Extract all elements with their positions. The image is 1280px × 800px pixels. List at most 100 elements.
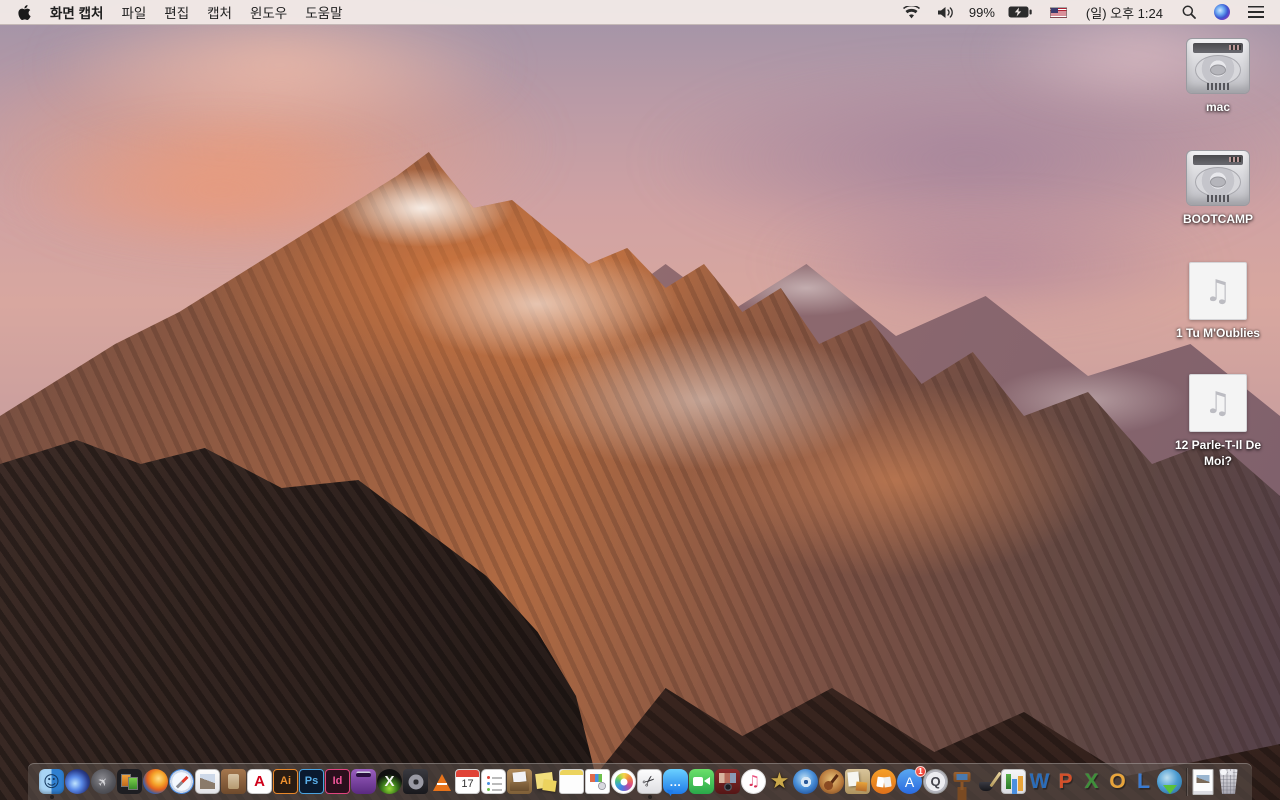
dock-dvdplayer[interactable] xyxy=(793,765,819,799)
menu-bar-status: 99% (일) 오후 1:24 xyxy=(894,3,1270,22)
desktop-icon-audio2[interactable]: ♫ 12 Parle-T-Il De Moi? xyxy=(1160,374,1276,469)
dock-powerpoint[interactable]: P xyxy=(1053,765,1079,799)
idvd-icon: ★ xyxy=(767,769,792,794)
hard-drive-icon xyxy=(1186,38,1250,94)
dock-discapp[interactable] xyxy=(403,765,429,799)
spotlight-search-icon[interactable] xyxy=(1182,5,1196,19)
dock-finder[interactable]: ☺ xyxy=(39,765,65,799)
preview-icon xyxy=(195,769,220,794)
docfile-icon xyxy=(1190,769,1215,794)
input-source-flag-icon[interactable] xyxy=(1049,6,1067,18)
menu-items: 파일 편집 캡처 윈도우 도움말 xyxy=(112,2,351,22)
dock-toast[interactable] xyxy=(351,765,377,799)
powerpoint-icon: P xyxy=(1053,769,1078,794)
dock-outlook[interactable]: O xyxy=(1105,765,1131,799)
desktop-icon-audio1[interactable]: ♫ 1 Tu M'Oublies xyxy=(1160,262,1276,341)
menu-item-1[interactable]: 편집 xyxy=(164,2,189,22)
dock-idvd[interactable]: ★ xyxy=(767,765,793,799)
dock-stickies[interactable] xyxy=(533,765,559,799)
messages-icon: … xyxy=(663,769,688,794)
dock-safari[interactable] xyxy=(169,765,195,799)
dock-quicktime[interactable]: Q xyxy=(923,765,949,799)
lync-glyph: L xyxy=(1137,770,1150,793)
dock-xapp[interactable]: X xyxy=(377,765,403,799)
menu-item-4[interactable]: 도움말 xyxy=(305,2,342,22)
launchpad-icon: ✈ xyxy=(91,769,116,794)
dock-keynote[interactable] xyxy=(949,765,975,799)
pages09-icon xyxy=(975,769,1000,794)
dock-itunes[interactable]: ♫ xyxy=(741,765,767,799)
dock-grab[interactable]: ✂ xyxy=(637,765,663,799)
photos-icon xyxy=(611,769,636,794)
menu-bar-clock[interactable]: (일) 오후 1:24 xyxy=(1086,3,1163,22)
dock-numbers09[interactable] xyxy=(1001,765,1027,799)
unarchiver-icon xyxy=(507,769,532,794)
discapp-icon xyxy=(403,769,428,794)
dock-photos[interactable] xyxy=(611,765,637,799)
facetime-icon xyxy=(689,769,714,794)
wifi-icon[interactable] xyxy=(902,5,920,19)
dock-calendar[interactable]: 17 xyxy=(455,765,481,799)
powerpoint-glyph: P xyxy=(1058,770,1073,793)
safari-icon xyxy=(169,769,194,794)
dock-excel[interactable]: X xyxy=(1079,765,1105,799)
drive-platter xyxy=(1195,166,1241,197)
indesign-icon: Id xyxy=(325,769,350,794)
notes-icon xyxy=(559,769,584,794)
dock-unarchiver[interactable] xyxy=(507,765,533,799)
dock-preview[interactable] xyxy=(195,765,221,799)
dvdplayer-icon xyxy=(793,769,818,794)
dock-installdoc[interactable] xyxy=(585,765,611,799)
dock-docfile[interactable] xyxy=(1190,765,1216,799)
dock-collage[interactable] xyxy=(845,765,871,799)
menu-item-3[interactable]: 윈도우 xyxy=(250,2,287,22)
dock-notes[interactable] xyxy=(559,765,585,799)
audio-file-icon: ♫ xyxy=(1189,374,1247,432)
menu-item-0[interactable]: 파일 xyxy=(121,2,146,22)
menu-bar: 화면 캡처 파일 편집 캡처 윈도우 도움말 99% (일) 오후 1:24 xyxy=(0,0,1280,25)
running-indicator xyxy=(49,794,54,799)
audio-file-icon: ♫ xyxy=(1189,262,1247,320)
desktop-icon-mac[interactable]: mac xyxy=(1160,38,1276,115)
dock-pages09[interactable] xyxy=(975,765,1001,799)
dock-firefox[interactable] xyxy=(143,765,169,799)
reminders-icon xyxy=(481,769,506,794)
dock-appstore[interactable]: A1 xyxy=(897,765,926,799)
menu-item-2[interactable]: 캡처 xyxy=(207,2,232,22)
desktop-icon-bootcamp[interactable]: BOOTCAMP xyxy=(1160,150,1276,227)
dock-indesign[interactable]: Id xyxy=(325,765,351,799)
dock-garageband[interactable] xyxy=(819,765,845,799)
notification-center-icon[interactable] xyxy=(1248,6,1264,18)
dock-word[interactable]: W xyxy=(1027,765,1053,799)
dock-reminders[interactable] xyxy=(481,765,507,799)
dock-photobooth[interactable] xyxy=(715,765,741,799)
volume-icon[interactable] xyxy=(937,6,956,19)
dock-trash[interactable] xyxy=(1216,765,1242,799)
dock-siri[interactable] xyxy=(65,765,91,799)
dock-msupdate[interactable] xyxy=(1157,765,1183,799)
appstore-glyph: A xyxy=(904,773,915,790)
dock-contacts[interactable] xyxy=(221,765,247,799)
battery-charging-icon[interactable] xyxy=(1008,6,1032,18)
finder-glyph: ☺ xyxy=(43,771,60,791)
dock-facetime[interactable] xyxy=(689,765,715,799)
photoshop-icon: Ps xyxy=(299,769,324,794)
dock-photoshop[interactable]: Ps xyxy=(299,765,325,799)
dock-illustrator[interactable]: Ai xyxy=(273,765,299,799)
dock-messages[interactable]: … xyxy=(663,765,689,799)
dock-lync[interactable]: L xyxy=(1131,765,1157,799)
running-indicator xyxy=(647,794,652,799)
ibooks-icon xyxy=(871,769,896,794)
keynote-icon xyxy=(949,769,974,794)
siri-menubar-icon[interactable] xyxy=(1214,4,1230,20)
dock-displays[interactable] xyxy=(117,765,143,799)
dock-acrobat[interactable]: A xyxy=(247,765,273,799)
dock-ibooks[interactable] xyxy=(871,765,897,799)
calendar-glyph: 17 xyxy=(461,778,474,790)
apple-menu-icon[interactable] xyxy=(18,4,31,20)
quicktime-icon: Q xyxy=(923,769,948,794)
active-app-name[interactable]: 화면 캡처 xyxy=(50,2,103,22)
itunes-icon: ♫ xyxy=(741,769,766,794)
dock-launchpad[interactable]: ✈ xyxy=(91,765,117,799)
dock-vlc[interactable] xyxy=(429,765,455,799)
